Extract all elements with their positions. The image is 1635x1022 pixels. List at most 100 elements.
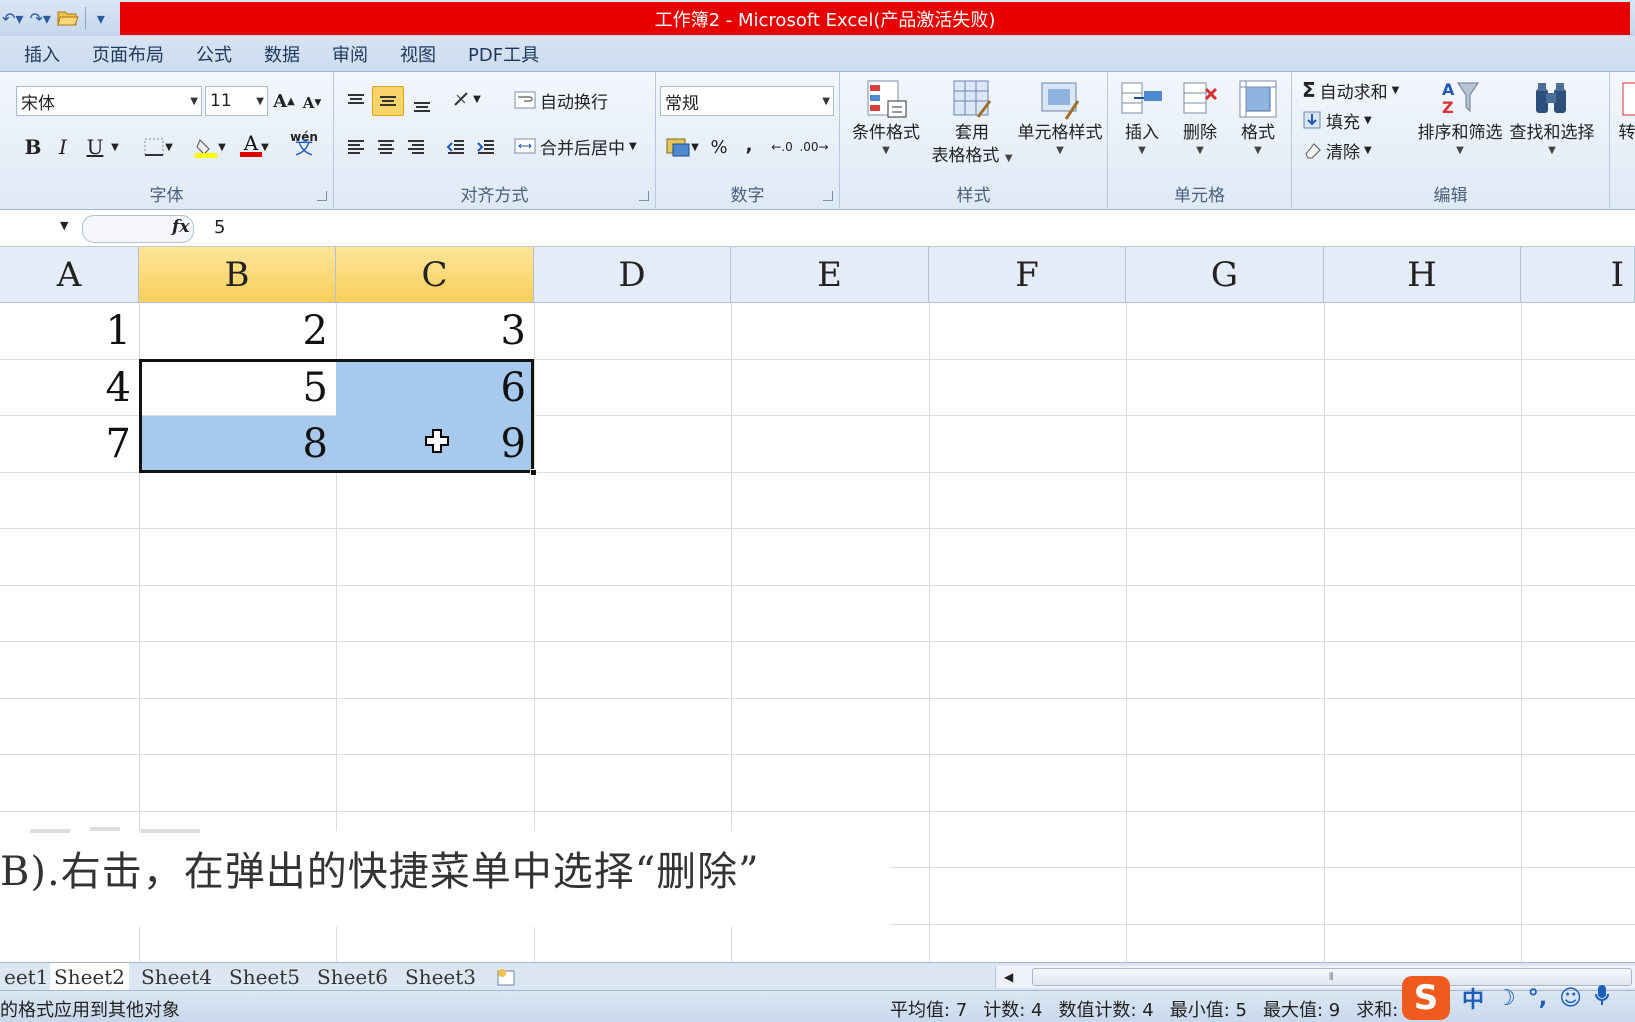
border-icon[interactable]: ▼ [138,132,178,162]
delete-cells-button[interactable]: 删除 ▼ [1170,76,1230,156]
sheet-tab-sheet3[interactable]: Sheet3 [401,963,480,990]
ime-chinese-mode[interactable]: 中 [1462,982,1484,1014]
column-header-i[interactable]: I [1521,247,1635,303]
column-header-a[interactable]: A [0,247,139,303]
fill-handle[interactable] [530,469,537,476]
increase-indent-icon[interactable] [472,132,500,162]
wrap-text-button[interactable]: 自动换行 [514,86,608,114]
phonetic-guide-icon[interactable]: wén 文 [282,128,326,158]
tutorial-caption: B).右击，在弹出的快捷菜单中选择“删除” [0,827,890,927]
tab-data[interactable]: 数据 [248,37,316,71]
gridline [0,811,1635,812]
open-folder-icon[interactable] [57,6,79,30]
align-middle-icon[interactable] [372,86,404,116]
accounting-format-icon[interactable]: ▼ [662,132,702,162]
tab-insert[interactable]: 插入 [0,37,76,71]
format-as-table-button[interactable]: 套用 表格格式 ▼ [922,76,1022,170]
chevron-down-icon: ▼ [256,96,264,107]
gridline [0,528,1635,529]
orientation-icon[interactable]: ▼ [446,84,486,114]
sheet-tab-sheet2[interactable]: Sheet2 [50,963,130,990]
number-format-select[interactable]: 常规 ▼ [660,86,834,116]
sheet-tab-sheet6[interactable]: Sheet6 [313,963,392,990]
decrease-indent-icon[interactable] [442,132,470,162]
column-header-h[interactable]: H [1324,247,1521,303]
tab-page-layout[interactable]: 页面布局 [76,37,180,71]
font-color-dropdown-icon[interactable]: ▼ [259,132,271,162]
decrease-decimal-icon[interactable]: .00→ [799,132,828,162]
cell-a1[interactable]: 1 [0,303,139,359]
align-bottom-icon[interactable] [408,90,436,120]
cell-a2[interactable]: 4 [0,360,139,416]
format-cells-label: 格式 [1241,123,1275,143]
partial-ribbon-button[interactable]: 转 [1612,76,1635,145]
customize-qat-icon[interactable]: ▾ [92,6,110,30]
number-format-value: 常规 [665,93,699,114]
emoji-icon[interactable]: ☺ [1559,986,1582,1011]
underline-dropdown-icon[interactable]: ▼ [108,132,122,162]
column-header-b[interactable]: B [139,247,336,303]
align-right-icon[interactable] [402,132,430,162]
microphone-icon[interactable] [1594,984,1610,1012]
sheet-tab-sheet1[interactable]: eet1 [0,963,52,990]
comma-button[interactable]: , [736,130,762,160]
align-left-icon[interactable] [342,132,370,162]
alignment-group: ▼ 自动换行 合并后居中 ▼ 对齐方式 [334,72,656,210]
worksheet-grid[interactable]: A B C D E F G H I 1 2 3 4 5 6 7 8 9 B).右… [0,247,1635,962]
increase-decimal-icon[interactable]: ←.0 [768,132,796,162]
clear-button[interactable]: 清除 ▼ [1302,136,1372,164]
conditional-format-button[interactable]: 条件格式 ▼ [844,76,928,156]
formula-input[interactable]: 5 [214,217,225,238]
column-header-g[interactable]: G [1126,247,1324,303]
insert-cells-button[interactable]: 插入 ▼ [1112,76,1172,156]
align-center-icon[interactable] [372,132,400,162]
chevron-down-icon: ▼ [1391,84,1400,96]
tab-formulas[interactable]: 公式 [180,37,248,71]
tab-view[interactable]: 视图 [384,37,452,71]
redo-icon[interactable]: ↷▾ [29,6,50,30]
italic-button[interactable]: I [50,132,76,162]
cell-b1[interactable]: 2 [139,303,336,359]
align-top-icon[interactable] [342,86,370,116]
underline-button[interactable]: U [82,132,108,162]
column-header-c[interactable]: C [336,247,534,303]
fill-button[interactable]: 填充 ▼ [1302,106,1372,134]
sheet-tab-sheet5[interactable]: Sheet5 [225,963,304,990]
find-select-button[interactable]: 查找和选择 ▼ [1506,76,1598,156]
cell-a3[interactable]: 7 [0,416,139,472]
sogou-logo-icon[interactable]: S [1402,976,1450,1020]
fill-label: 填充 [1326,112,1360,133]
sort-filter-button[interactable]: AZ 排序和筛选 ▼ [1414,76,1506,156]
tab-review[interactable]: 审阅 [316,37,384,71]
dialog-launcher-icon[interactable] [823,191,833,201]
column-header-e[interactable]: E [731,247,929,303]
moon-icon[interactable]: ☽ [1496,986,1516,1011]
editing-group: Σ 自动求和 ▼ 填充 ▼ 清除 ▼ AZ 排序和筛选 ▼ 查找和选择 ▼ 编辑 [1292,72,1610,210]
tab-pdf-tools[interactable]: PDF工具 [452,37,555,71]
autosum-button[interactable]: Σ 自动求和 ▼ [1302,76,1399,104]
cell-c1[interactable]: 3 [336,303,534,359]
sheet-tab-sheet4[interactable]: Sheet4 [137,963,216,990]
dialog-launcher-icon[interactable] [639,191,649,201]
column-header-f[interactable]: F [929,247,1126,303]
insert-sheet-icon[interactable] [490,963,522,990]
chevron-down-icon[interactable]: ▼ [60,219,68,232]
bold-button[interactable]: B [20,132,46,162]
percent-button[interactable]: % [706,132,732,162]
cell-styles-button[interactable]: 单元格样式 ▼ [1012,76,1108,156]
font-size-select[interactable]: 11 ▼ [205,86,268,116]
merge-center-button[interactable]: 合并后居中 ▼ [514,132,637,160]
chevron-down-icon: ▼ [190,96,198,107]
alignment-group-label: 对齐方式 [460,186,529,206]
font-name-select[interactable]: 宋体 ▼ [16,86,202,116]
undo-icon[interactable]: ↶▾ [2,6,23,30]
scroll-left-icon[interactable]: ◀ [1004,970,1013,984]
fill-color-icon[interactable]: ▼ [190,132,230,162]
grow-font-button[interactable]: A ▲ [272,86,296,116]
dialog-launcher-icon[interactable] [317,191,327,201]
shrink-font-button[interactable]: A ▼ [300,88,324,118]
insert-function-button[interactable]: fx [172,217,189,237]
column-header-d[interactable]: D [534,247,731,303]
punctuation-icon[interactable]: °, [1528,986,1547,1011]
format-cells-button[interactable]: 格式 ▼ [1228,76,1288,156]
